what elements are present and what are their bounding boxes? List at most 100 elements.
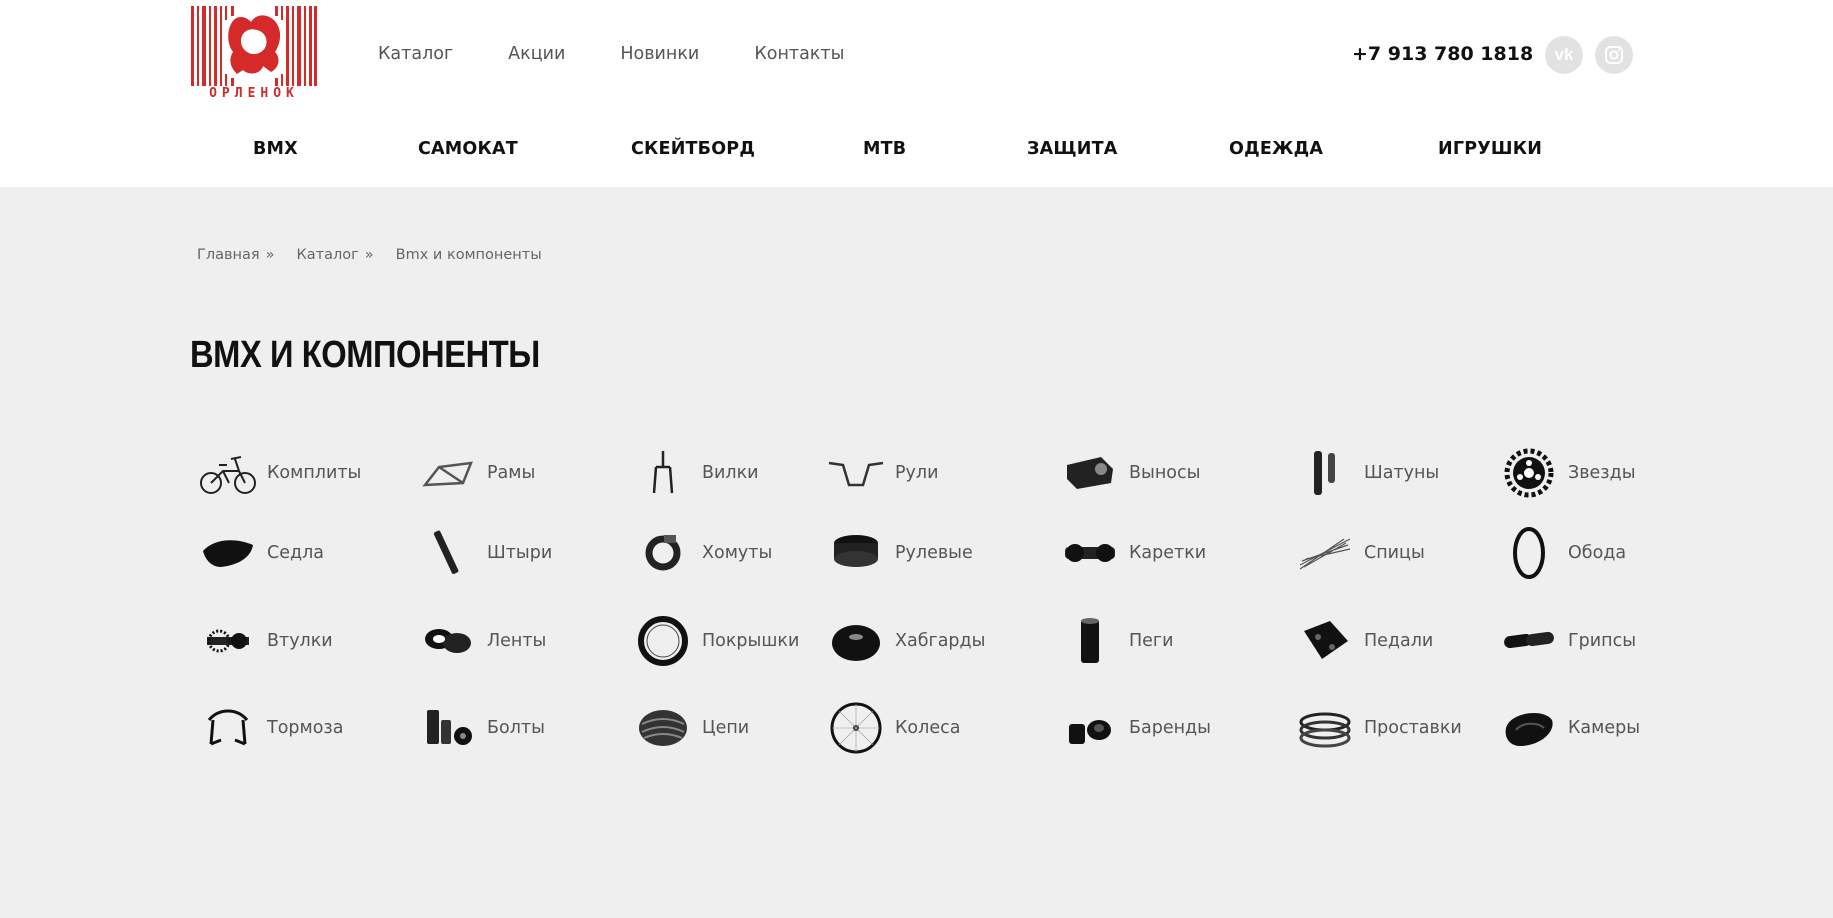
product-category-label: Рамы <box>487 463 536 483</box>
vk-button[interactable]: vk <box>1545 36 1583 74</box>
product-category-item[interactable]: Выносы <box>1061 445 1200 501</box>
tube-icon <box>1500 700 1558 756</box>
product-category-label: Седла <box>267 543 324 563</box>
product-category-item[interactable]: Болты <box>419 700 545 756</box>
top-nav: Каталог Акции Новинки Контакты <box>378 44 844 64</box>
breadcrumb-separator: » <box>265 247 275 263</box>
product-category-item[interactable]: Спицы <box>1296 525 1425 581</box>
breadcrumb-separator: » <box>364 247 374 263</box>
product-category-item[interactable]: Покрышки <box>634 613 799 669</box>
product-category-label: Вилки <box>702 463 759 483</box>
product-category-item[interactable]: Грипсы <box>1500 613 1636 669</box>
product-category-label: Рули <box>895 463 939 483</box>
product-category-label: Болты <box>487 718 545 738</box>
product-category-label: Пеги <box>1129 631 1174 651</box>
product-category-label: Рулевые <box>895 543 973 563</box>
product-category-item[interactable]: Комплиты <box>199 445 361 501</box>
product-category-item[interactable]: Тормоза <box>199 700 343 756</box>
bolts-icon <box>419 700 477 756</box>
product-category-item[interactable]: Вилки <box>634 445 759 501</box>
product-category-item[interactable]: Камеры <box>1500 700 1640 756</box>
breadcrumb-current: Bmx и компоненты <box>395 247 542 263</box>
crank-icon <box>1296 445 1354 501</box>
category-toys[interactable]: ИГРУШКИ <box>1438 139 1542 159</box>
product-category-item[interactable]: Педали <box>1296 613 1433 669</box>
spokes-icon <box>1296 525 1354 581</box>
product-category-item[interactable]: Седла <box>199 525 324 581</box>
breadcrumb-home[interactable]: Главная <box>197 247 260 263</box>
product-category-label: Колеса <box>895 718 961 738</box>
top-nav-catalog[interactable]: Каталог <box>378 44 453 64</box>
product-category-item[interactable]: Пеги <box>1061 613 1174 669</box>
product-category-label: Педали <box>1364 631 1434 651</box>
product-category-item[interactable]: Рули <box>827 445 938 501</box>
category-bmx[interactable]: BMX <box>253 139 298 159</box>
frame-icon <box>419 445 477 501</box>
product-category-label: Шатуны <box>1364 463 1440 483</box>
top-nav-contacts[interactable]: Контакты <box>754 44 844 64</box>
product-category-item[interactable]: Цепи <box>634 700 749 756</box>
bar-ends-icon <box>1061 700 1119 756</box>
page-title: BMX И КОМПОНЕНТЫ <box>190 334 540 376</box>
saddle-icon <box>199 525 257 581</box>
product-category-label: Штыри <box>487 543 553 563</box>
bottom-bracket-icon <box>1061 525 1119 581</box>
product-category-label: Хомуты <box>702 543 773 563</box>
product-category-label: Камеры <box>1568 718 1641 738</box>
phone-number[interactable]: +7 913 780 1818 <box>1352 43 1533 65</box>
product-category-item[interactable]: Звезды <box>1500 445 1636 501</box>
brake-icon <box>199 700 257 756</box>
handlebar-icon <box>827 445 885 501</box>
product-category-item[interactable]: Штыри <box>419 525 552 581</box>
product-category-label: Ленты <box>487 631 547 651</box>
product-category-item[interactable]: Хомуты <box>634 525 772 581</box>
product-category-item[interactable]: Проставки <box>1296 700 1462 756</box>
instagram-button[interactable] <box>1595 36 1633 74</box>
product-category-label: Тормоза <box>267 718 344 738</box>
instagram-icon <box>1605 46 1623 64</box>
peg-icon <box>1061 613 1119 669</box>
spacers-icon <box>1296 700 1354 756</box>
headset-icon <box>827 525 885 581</box>
rim-tape-icon <box>419 613 477 669</box>
breadcrumb-catalog[interactable]: Каталог <box>297 247 359 263</box>
category-scooter[interactable]: САМОКАТ <box>418 139 518 159</box>
product-category-label: Баренды <box>1129 718 1211 738</box>
product-category-label: Выносы <box>1129 463 1201 483</box>
product-category-label: Втулки <box>267 631 333 651</box>
product-category-label: Грипсы <box>1568 631 1637 651</box>
logo[interactable]: ОРЛЕНОК <box>191 6 317 101</box>
pedal-icon <box>1296 613 1354 669</box>
product-category-item[interactable]: Колеса <box>827 700 960 756</box>
grips-icon <box>1500 613 1558 669</box>
product-category-label: Обода <box>1568 543 1627 563</box>
top-nav-new[interactable]: Новинки <box>620 44 699 64</box>
chain-icon <box>634 700 692 756</box>
product-category-item[interactable]: Обода <box>1500 525 1626 581</box>
product-category-label: Проставки <box>1364 718 1462 738</box>
vk-icon: vk <box>1554 45 1574 64</box>
product-category-item[interactable]: Ленты <box>419 613 546 669</box>
product-category-item[interactable]: Рулевые <box>827 525 973 581</box>
breadcrumb: Главная » Каталог » Bmx и компоненты <box>197 247 542 263</box>
product-category-item[interactable]: Хабгарды <box>827 613 985 669</box>
product-category-item[interactable]: Каретки <box>1061 525 1206 581</box>
product-category-label: Спицы <box>1364 543 1425 563</box>
product-category-label: Звезды <box>1568 463 1636 483</box>
category-skateboard[interactable]: СКЕЙТБОРД <box>631 139 755 159</box>
rim-icon <box>1500 525 1558 581</box>
clamp-icon <box>634 525 692 581</box>
category-mtb[interactable]: MTB <box>863 139 906 159</box>
product-category-item[interactable]: Баренды <box>1061 700 1211 756</box>
category-clothing[interactable]: ОДЕЖДА <box>1229 139 1323 159</box>
wheel-icon <box>827 700 885 756</box>
product-category-item[interactable]: Рамы <box>419 445 535 501</box>
seatpost-icon <box>419 525 477 581</box>
logo-text: ОРЛЕНОК <box>209 86 299 101</box>
category-protection[interactable]: ЗАЩИТА <box>1027 139 1118 159</box>
top-nav-promotions[interactable]: Акции <box>508 44 565 64</box>
fork-icon <box>634 445 692 501</box>
product-category-item[interactable]: Втулки <box>199 613 333 669</box>
product-category-item[interactable]: Шатуны <box>1296 445 1439 501</box>
product-category-label: Хабгарды <box>895 631 986 651</box>
